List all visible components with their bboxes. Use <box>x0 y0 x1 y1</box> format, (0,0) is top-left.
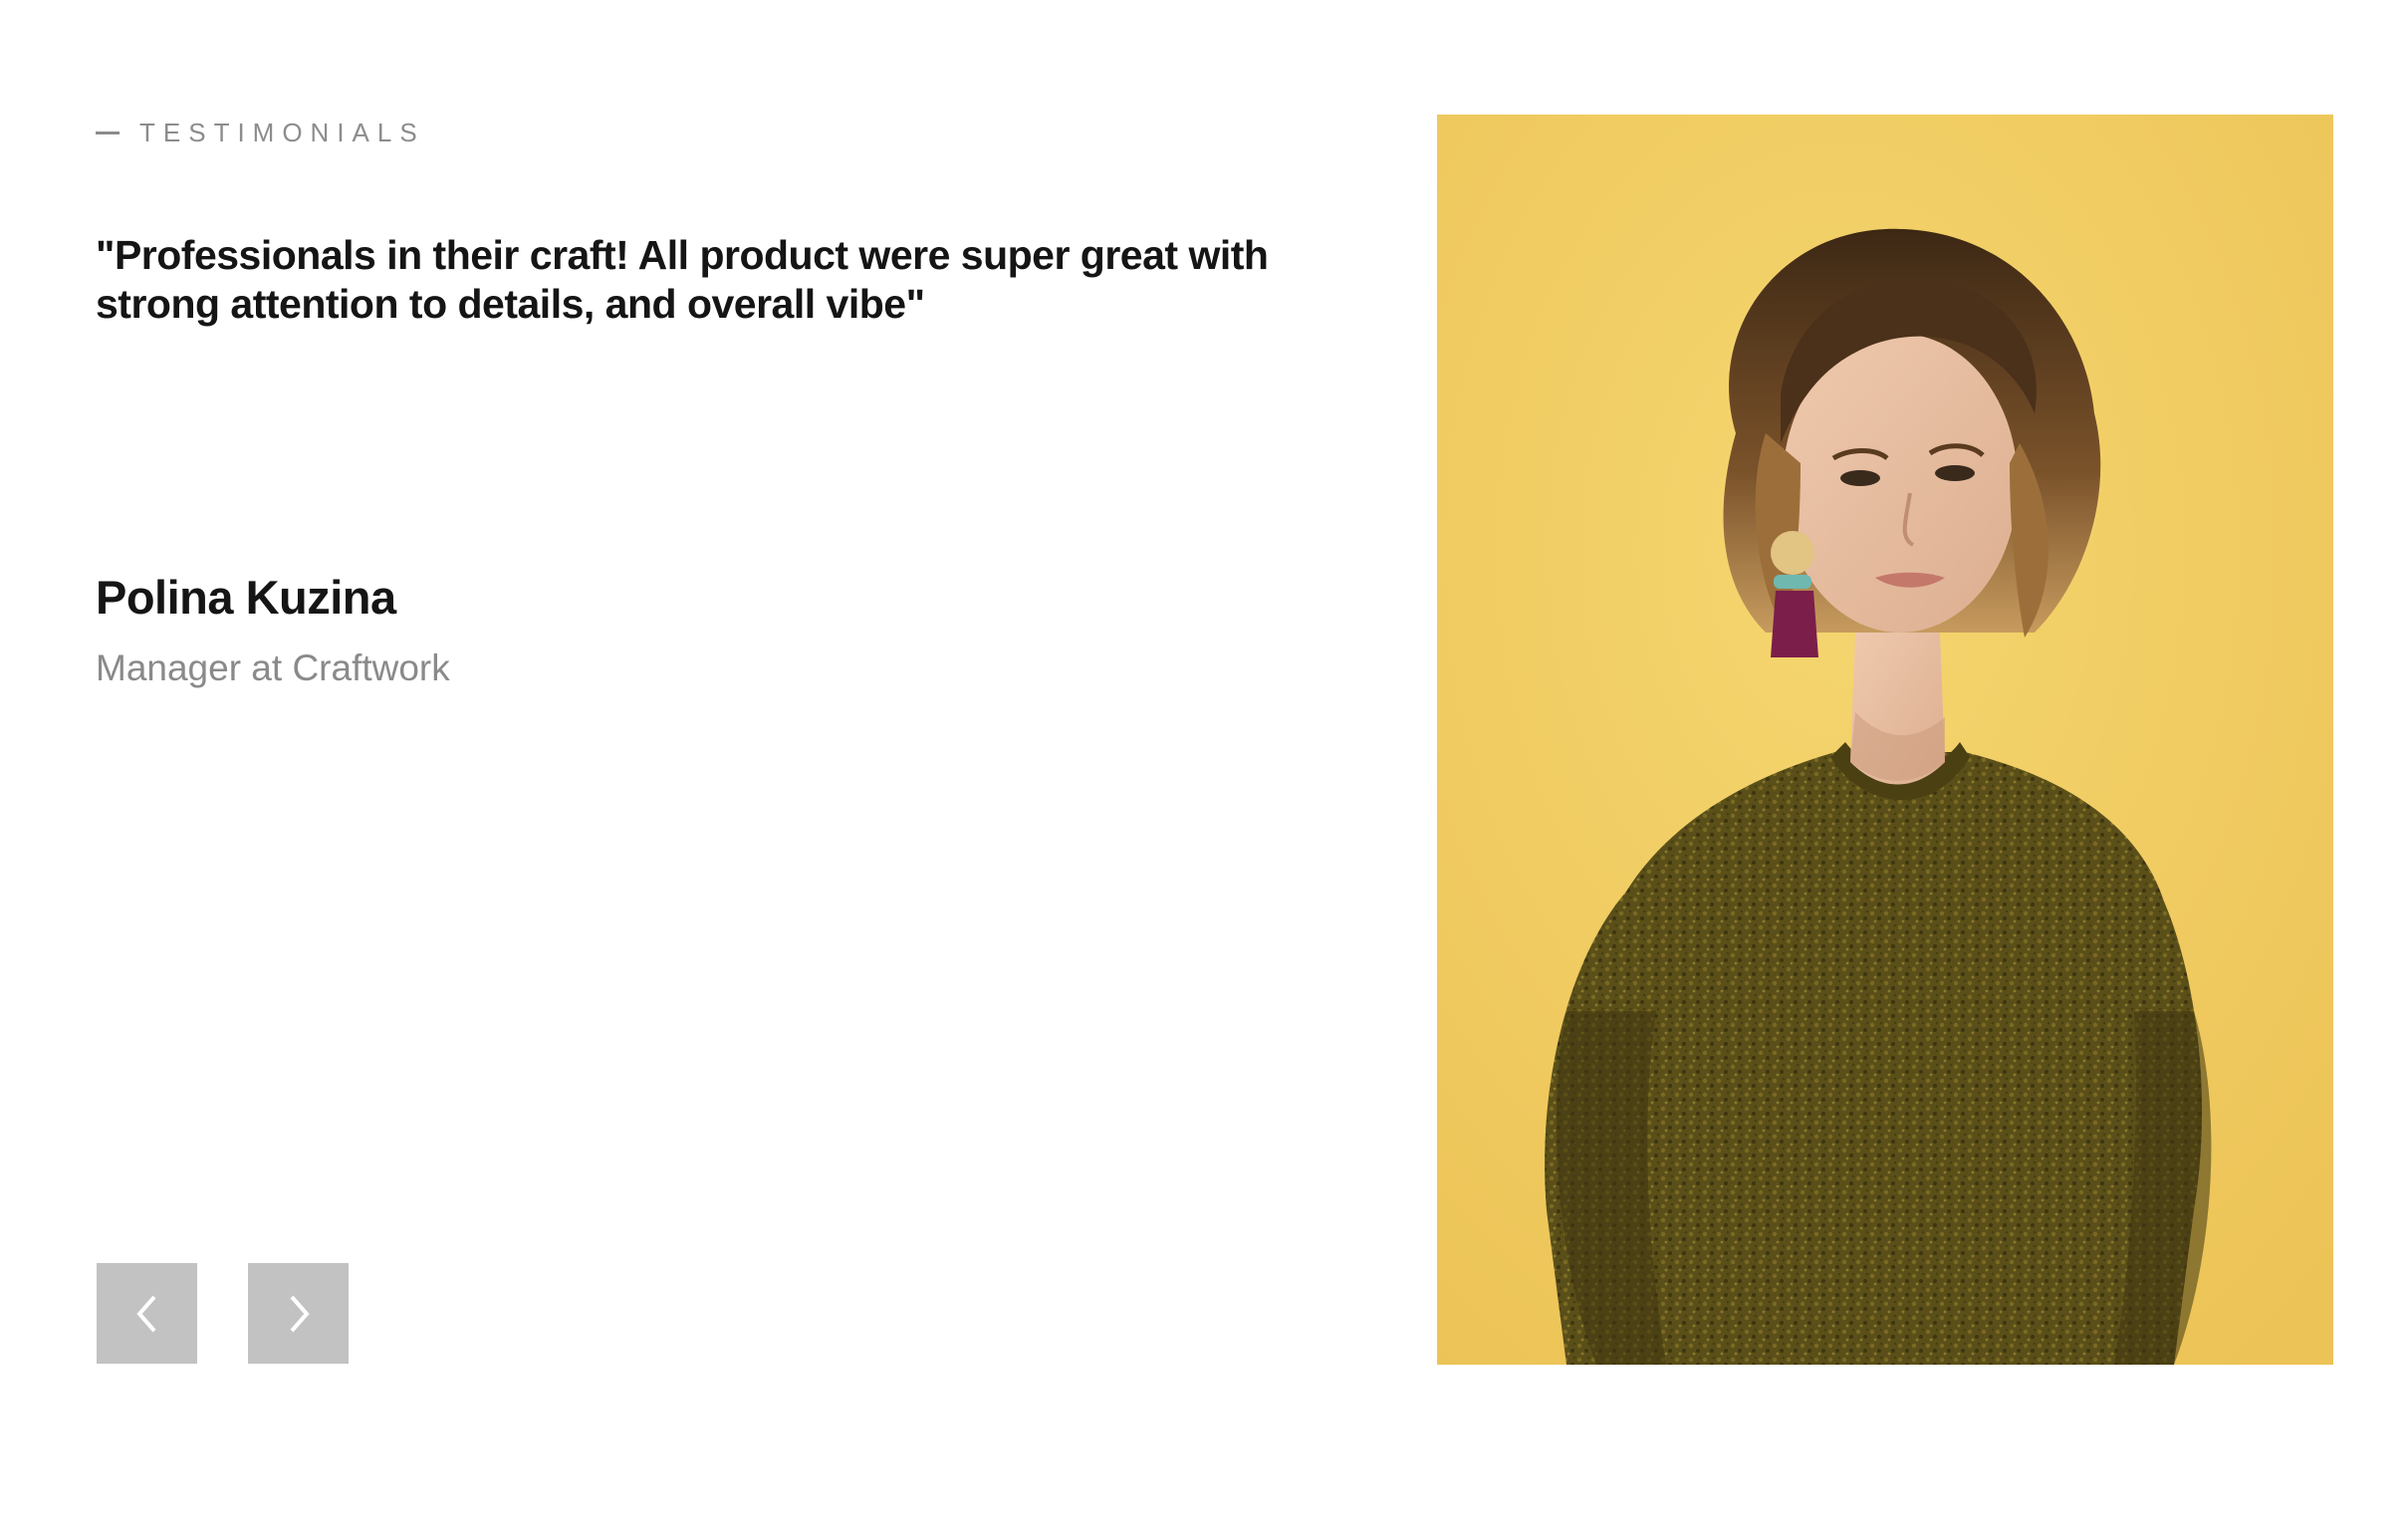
author-name: Polina Kuzina <box>96 571 396 624</box>
testimonial-quote: "Professionals in their craft! All produ… <box>96 232 1269 327</box>
next-testimonial-button[interactable] <box>248 1263 349 1364</box>
eyebrow-label: TESTIMONIALS <box>139 118 425 147</box>
chevron-left-icon <box>135 1295 155 1332</box>
section-eyebrow: TESTIMONIALS <box>96 118 425 148</box>
author-role: Manager at Craftwork <box>96 647 450 688</box>
portrait-photo <box>1437 115 2333 1365</box>
testimonial-photo <box>1437 115 2333 1365</box>
chevron-right-icon <box>290 1295 310 1332</box>
previous-testimonial-button[interactable] <box>97 1263 197 1364</box>
eyebrow-dash <box>96 131 120 134</box>
